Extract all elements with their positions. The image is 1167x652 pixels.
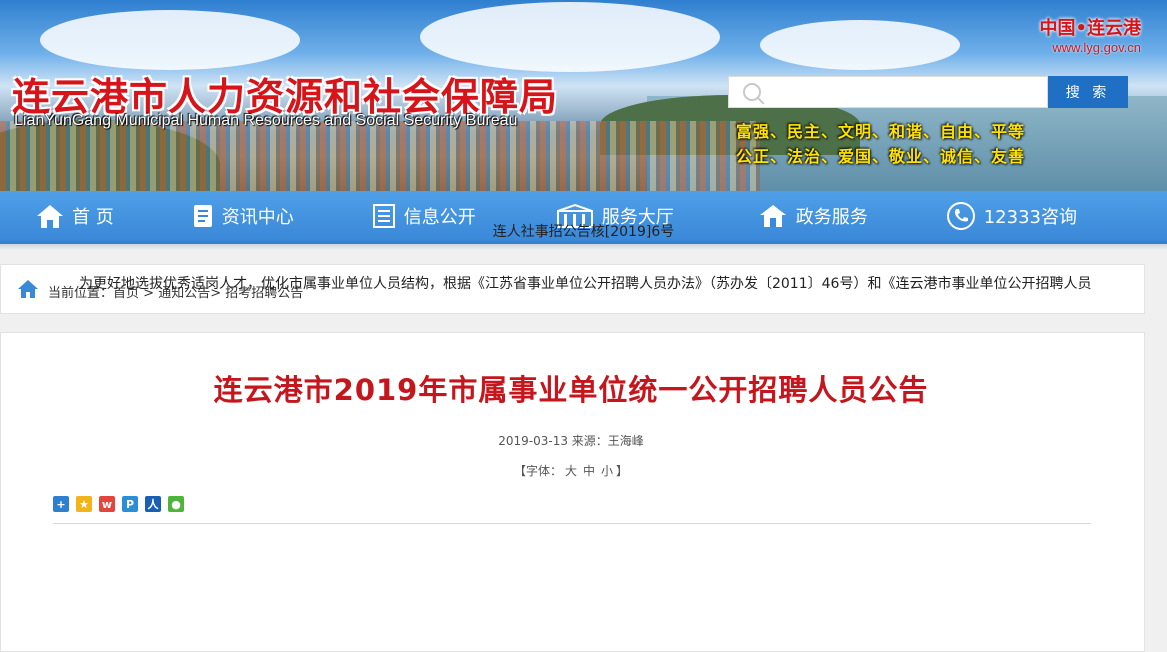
font-size-switcher: 【字体：大中小】 [1, 462, 1141, 479]
site-subtitle: LianYunGang Municipal Human Resources an… [14, 112, 518, 129]
share-more-icon[interactable]: + [53, 496, 69, 512]
article-divider [53, 523, 1091, 524]
slogan-line-1: 富强、民主、文明、和谐、自由、平等 [736, 122, 1026, 141]
slogan-line-2: 公正、法治、爱国、敬业、诚信、友善 [736, 147, 1026, 166]
banner-port-image [0, 121, 760, 191]
search-icon [743, 83, 761, 101]
search-box [728, 76, 1048, 108]
article-title: 连云港市2019年市属事业单位统一公开招聘人员公告 [213, 373, 929, 407]
document-number: 连人社事招公告核[2019]6号 [492, 224, 675, 240]
banner-cloud [420, 2, 720, 72]
gov-logo-url: www.lyg.gov.cn [1052, 40, 1141, 55]
font-size-large[interactable]: 大 [565, 464, 577, 478]
article-paragraph: 为更好地选拔优秀适岗人才，优化市属事业单位人员结构，根据《江苏省事业单位公开招聘… [79, 276, 1092, 292]
article-meta: 2019-03-13 来源：王海峰 [498, 434, 644, 448]
banner-cloud [40, 10, 300, 70]
share-bar: + ★ w P 人 ● [53, 496, 184, 512]
header-banner: 连云港市人力资源和社会保障局 LianYunGang Municipal Hum… [0, 0, 1167, 191]
share-qzone-icon[interactable]: ★ [76, 496, 92, 512]
search-input[interactable] [769, 81, 1043, 105]
gov-portal-logo[interactable]: 中国•连云港 www.lyg.gov.cn [1039, 14, 1141, 55]
search-button[interactable]: 搜 索 [1048, 76, 1128, 108]
home-icon [18, 280, 38, 298]
share-tencent-icon[interactable]: P [122, 496, 138, 512]
share-weibo-icon[interactable]: w [99, 496, 115, 512]
nav-shadow [0, 244, 1167, 250]
banner-cloud [760, 20, 960, 70]
share-wechat-icon[interactable]: ● [168, 496, 184, 512]
font-size-prefix: 【字体： [513, 464, 562, 478]
font-size-small[interactable]: 小 [601, 464, 613, 478]
font-size-suffix: 】 [616, 464, 629, 478]
share-renren-icon[interactable]: 人 [145, 496, 161, 512]
gov-logo-text: 中国•连云港 [1039, 18, 1141, 39]
font-size-medium[interactable]: 中 [583, 464, 595, 478]
article-panel: 连云港市2019年市属事业单位统一公开招聘人员公告 2019-03-13 来源：… [0, 332, 1145, 652]
